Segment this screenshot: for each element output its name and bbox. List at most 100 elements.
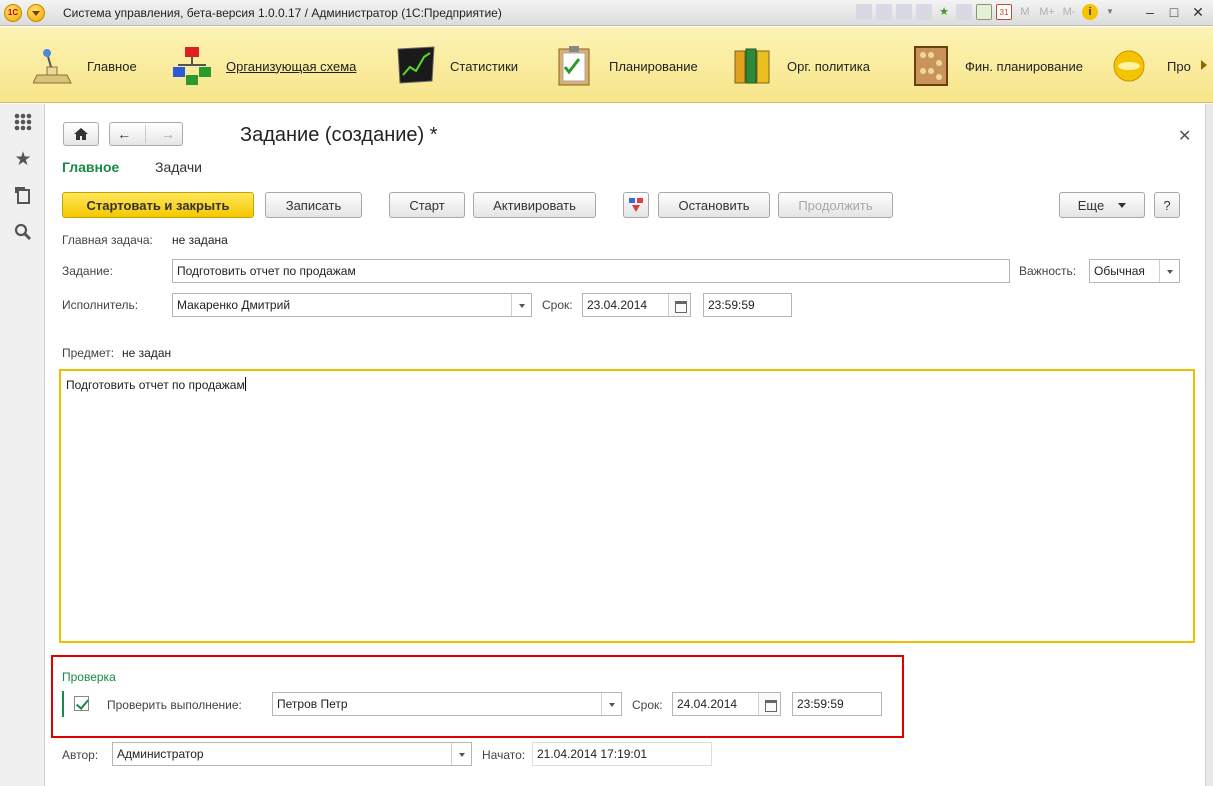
- verify-checkbox[interactable]: [74, 696, 89, 711]
- info-icon[interactable]: i: [1082, 4, 1098, 20]
- window-controls: – □ ✕: [1139, 2, 1209, 22]
- author-value: Администратор: [117, 747, 204, 761]
- apps-grid-icon[interactable]: [12, 111, 34, 133]
- star-icon[interactable]: ★: [12, 149, 34, 171]
- text-cursor: [244, 377, 246, 391]
- check-deadline-time-input[interactable]: 23:59:59: [792, 692, 882, 716]
- tab-tasks[interactable]: Задачи: [155, 159, 202, 175]
- start-and-close-button[interactable]: Стартовать и закрыть: [62, 192, 254, 218]
- more-button-label: Еще: [1077, 197, 1105, 213]
- sections-scroll-right-icon[interactable]: [1201, 60, 1207, 70]
- calendar-icon[interactable]: [758, 693, 780, 715]
- nav-divider: [145, 125, 147, 143]
- activate-button[interactable]: Активировать: [473, 192, 596, 218]
- favorite-add-icon[interactable]: ★: [936, 4, 952, 20]
- continue-button[interactable]: Продолжить: [778, 192, 893, 218]
- deadline-time-input[interactable]: 23:59:59: [703, 293, 792, 317]
- check-deadline-date-input[interactable]: 24.04.2014: [672, 692, 781, 716]
- maximize-button[interactable]: □: [1163, 2, 1185, 22]
- calendar-icon[interactable]: 31: [996, 4, 1012, 20]
- author-label: Автор:: [62, 748, 99, 762]
- back-arrow-icon[interactable]: ←: [117, 126, 131, 142]
- history-icon[interactable]: [12, 185, 34, 207]
- save-icon[interactable]: [876, 4, 892, 20]
- section-more[interactable]: Про: [1113, 41, 1191, 91]
- route-button[interactable]: [623, 192, 649, 218]
- author-select[interactable]: Администратор: [112, 742, 472, 766]
- start-button[interactable]: Старт: [389, 192, 465, 218]
- save-button[interactable]: Записать: [265, 192, 362, 218]
- search-icon[interactable]: [12, 221, 34, 243]
- app-logo-icon: 1С: [4, 4, 22, 22]
- section-label: Про: [1167, 58, 1191, 74]
- executor-label: Исполнитель:: [62, 298, 139, 312]
- task-label: Задание:: [62, 264, 113, 278]
- minimize-button[interactable]: –: [1139, 2, 1161, 22]
- link-icon[interactable]: [956, 4, 972, 20]
- clipboard-icon: [558, 46, 590, 86]
- section-label: Орг. политика: [787, 58, 870, 74]
- paste-icon[interactable]: [916, 4, 932, 20]
- tab-main[interactable]: Главное: [62, 159, 119, 175]
- importance-label: Важность:: [1019, 264, 1077, 278]
- info-dropdown-icon[interactable]: ▼: [1102, 4, 1118, 20]
- copy-icon[interactable]: [896, 4, 912, 20]
- section-org-policy[interactable]: Орг. политика: [733, 41, 870, 91]
- chevron-down-icon[interactable]: [511, 294, 531, 316]
- check-deadline-date-value: 24.04.2014: [677, 697, 738, 711]
- binders-icon: [734, 48, 770, 84]
- deadline-date-value: 23.04.2014: [587, 298, 648, 312]
- group-accent-bar: [62, 691, 64, 717]
- subject-label: Предмет:: [62, 346, 115, 360]
- executor-value: Макаренко Дмитрий: [177, 298, 291, 312]
- subject-value[interactable]: не задан: [122, 346, 171, 360]
- main-task-label: Главная задача:: [62, 233, 153, 247]
- chevron-down-icon[interactable]: [1159, 260, 1179, 282]
- form-title: Задание (создание) *: [240, 124, 438, 146]
- chevron-down-icon[interactable]: [601, 693, 621, 715]
- close-window-button[interactable]: ✕: [1187, 2, 1209, 22]
- calendar-icon[interactable]: [668, 294, 690, 316]
- section-label: Организующая схема: [226, 58, 357, 74]
- verify-label: Проверить выполнение:: [107, 698, 242, 712]
- help-button[interactable]: ?: [1154, 192, 1180, 218]
- section-planning[interactable]: Планирование: [555, 41, 698, 91]
- section-label: Фин. планирование: [965, 58, 1083, 74]
- check-deadline-label: Срок:: [632, 698, 663, 712]
- deadline-date-input[interactable]: 23.04.2014: [582, 293, 691, 317]
- verification-group-title: Проверка: [62, 670, 116, 684]
- print-icon[interactable]: [856, 4, 872, 20]
- home-button[interactable]: [63, 122, 99, 146]
- home-icon: [74, 128, 88, 140]
- description-textarea[interactable]: Подготовить отчет по продажам: [59, 369, 1195, 643]
- abacus-icon: [914, 46, 948, 86]
- left-sidebar: ★: [0, 104, 45, 786]
- desk-lamp-icon: [33, 49, 72, 84]
- main-menu-button[interactable]: [27, 4, 45, 22]
- chevron-down-icon[interactable]: [451, 743, 471, 765]
- task-input[interactable]: Подготовить отчет по продажам: [172, 259, 1010, 283]
- more-button[interactable]: Еще: [1059, 192, 1145, 218]
- executor-select[interactable]: Макаренко Дмитрий: [172, 293, 532, 317]
- section-org-scheme[interactable]: Организующая схема: [172, 41, 356, 91]
- description-text: Подготовить отчет по продажам: [66, 378, 245, 392]
- window-title: Система управления, бета-версия 1.0.0.17…: [63, 6, 502, 20]
- window-title-bar: 1С Система управления, бета-версия 1.0.0…: [0, 0, 1213, 26]
- memory-add-icon[interactable]: M+: [1038, 4, 1056, 20]
- calculator-icon[interactable]: [976, 4, 992, 20]
- section-label: Планирование: [609, 58, 698, 74]
- section-label: Статистики: [450, 58, 519, 74]
- close-form-icon[interactable]: ✕: [1178, 126, 1191, 146]
- importance-select[interactable]: Обычная: [1089, 259, 1180, 283]
- started-label: Начато:: [482, 748, 526, 762]
- memory-icon[interactable]: M: [1016, 4, 1034, 20]
- section-fin-planning[interactable]: Фин. планирование: [911, 41, 1083, 91]
- stop-button[interactable]: Остановить: [658, 192, 770, 218]
- section-statistics[interactable]: Статистики: [396, 41, 518, 91]
- main-task-value[interactable]: не задана: [172, 233, 228, 247]
- memory-subtract-icon[interactable]: M-: [1060, 4, 1078, 20]
- forward-arrow-icon[interactable]: →: [161, 126, 175, 142]
- task-form: ← → Задание (создание) * ✕ Главное Задач…: [46, 104, 1205, 786]
- checker-select[interactable]: Петров Петр: [272, 692, 622, 716]
- section-main[interactable]: Главное: [33, 41, 137, 91]
